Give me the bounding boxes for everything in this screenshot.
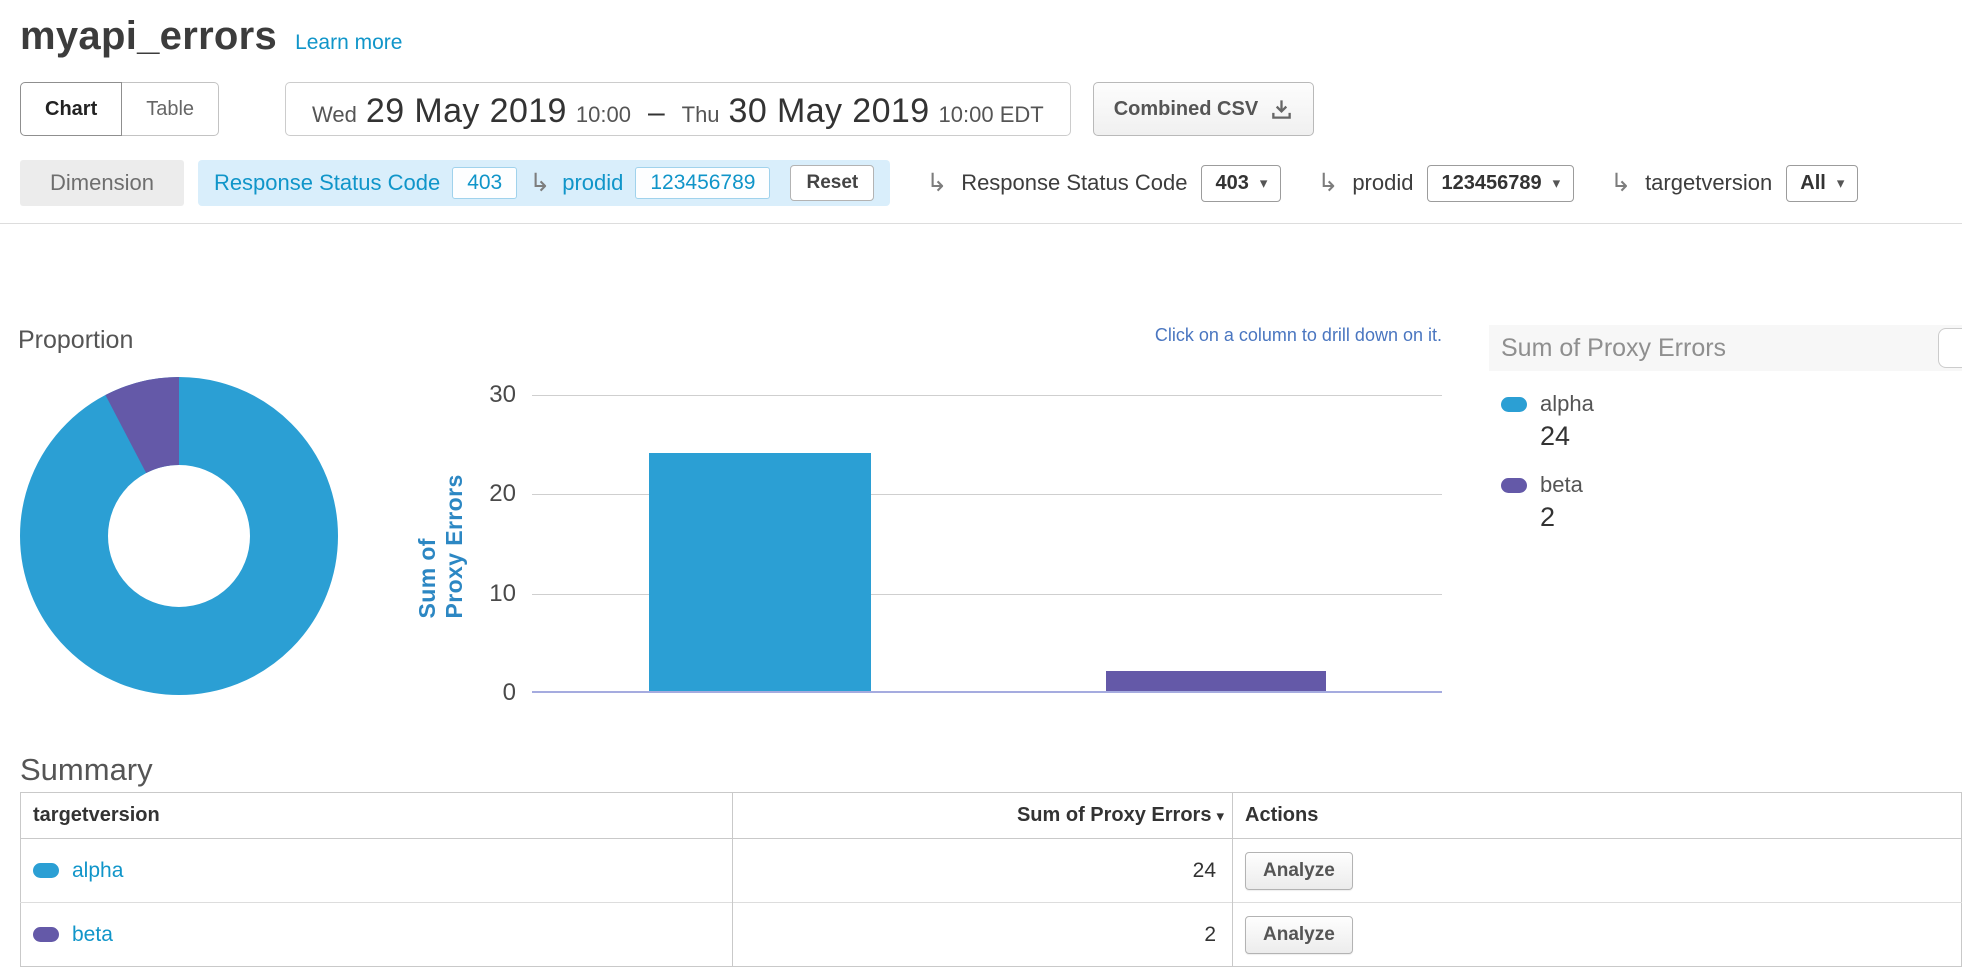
chart-view-button[interactable]: Chart <box>20 82 122 136</box>
prodid-dropdown[interactable]: 123456789 ▾ <box>1427 165 1574 202</box>
dropdown-value: All <box>1800 172 1826 195</box>
legend-value: 2 <box>1540 502 1962 533</box>
chevron-down-icon: ▾ <box>1260 174 1268 192</box>
breadcrumb-dimension-value[interactable]: 123456789 <box>635 167 770 199</box>
y-axis-tick-label: 0 <box>460 679 516 707</box>
dimension-label: Dimension <box>20 160 184 206</box>
bar-beta[interactable] <box>1106 671 1326 691</box>
toolbar: Chart Table Wed 29 May 2019 10:00 – Thu … <box>20 81 1942 137</box>
summary-table: targetversion Sum of Proxy Errors▾ Actio… <box>20 792 1962 967</box>
beta-swatch <box>33 927 59 942</box>
analyze-button[interactable]: Analyze <box>1245 852 1353 890</box>
start-day: Wed <box>312 102 357 128</box>
breadcrumb-dimension-value[interactable]: 403 <box>452 167 517 199</box>
proportion-chart-title: Proportion <box>18 326 133 355</box>
breadcrumb-dimension-label[interactable]: prodid <box>562 170 623 196</box>
legend-value: 24 <box>1540 421 1962 452</box>
x-axis-baseline <box>532 691 1442 693</box>
reset-button[interactable]: Reset <box>790 165 874 201</box>
chevron-down-icon: ▾ <box>1553 174 1561 192</box>
end-day: Thu <box>682 102 720 128</box>
response-status-code-dropdown[interactable]: 403 ▾ <box>1201 165 1281 202</box>
alpha-swatch <box>1501 397 1527 412</box>
drilldown-icon: ↳ <box>1317 171 1338 196</box>
table-header-row: targetversion Sum of Proxy Errors▾ Actio… <box>21 793 1962 839</box>
alpha-swatch <box>33 863 59 878</box>
drilldown-breadcrumb: Response Status Code 403 ↳ prodid 123456… <box>198 160 890 206</box>
legend-title: Sum of Proxy Errors <box>1501 334 1726 362</box>
filter-label-targetversion: targetversion <box>1645 170 1772 196</box>
legend-label: alpha <box>1540 391 1594 417</box>
dropdown-value: 403 <box>1215 172 1248 195</box>
combined-csv-button[interactable]: Combined CSV <box>1093 82 1314 136</box>
column-header-targetversion[interactable]: targetversion <box>21 793 733 839</box>
legend-label: beta <box>1540 472 1583 498</box>
table-view-button[interactable]: Table <box>121 82 219 136</box>
beta-swatch <box>1501 478 1527 493</box>
summary-heading: Summary <box>20 752 1962 788</box>
start-time: 10:00 <box>576 102 631 128</box>
breadcrumb-dimension-label[interactable]: Response Status Code <box>214 170 440 196</box>
combined-csv-label: Combined CSV <box>1114 98 1258 121</box>
analyze-button[interactable]: Analyze <box>1245 916 1353 954</box>
page-title: myapi_errors <box>20 14 277 59</box>
column-header-sum-of-proxy-errors[interactable]: Sum of Proxy Errors▾ <box>733 793 1233 839</box>
y-axis-tick-label: 10 <box>460 580 516 608</box>
proportion-donut[interactable] <box>20 377 338 695</box>
chevron-down-icon: ▾ <box>1837 174 1845 192</box>
filter-bar: Dimension Response Status Code 403 ↳ pro… <box>20 159 1942 207</box>
sort-desc-icon: ▾ <box>1216 808 1224 825</box>
date-range-separator: – <box>648 96 665 130</box>
y-axis-tick-label: 30 <box>460 381 516 409</box>
bar-alpha[interactable] <box>649 453 871 691</box>
beta-link[interactable]: beta <box>72 923 113 947</box>
download-icon <box>1270 98 1293 121</box>
alpha-link[interactable]: alpha <box>72 859 123 883</box>
table-row-alpha: alpha 24 Analyze <box>21 839 1962 903</box>
dropdown-value: 123456789 <box>1441 172 1541 195</box>
sum-value: 2 <box>733 903 1233 967</box>
legend-item-beta[interactable]: beta <box>1501 472 1962 498</box>
report-page: myapi_errors Learn more Chart Table Wed … <box>0 0 1962 967</box>
legend-panel: Sum of Proxy Errors alpha 24 beta 2 <box>1489 325 1962 533</box>
legend-item-alpha[interactable]: alpha <box>1501 391 1962 417</box>
drill-hint-text: Click on a column to drill down on it. <box>1155 325 1442 346</box>
drilldown-icon: ↳ <box>926 171 947 196</box>
legend-collapse-tab[interactable] <box>1938 328 1962 368</box>
targetversion-dropdown[interactable]: All ▾ <box>1786 165 1858 202</box>
y-axis-tick-label: 20 <box>460 480 516 508</box>
legend-header: Sum of Proxy Errors <box>1489 325 1962 371</box>
column-header-actions: Actions <box>1233 793 1962 839</box>
end-time: 10:00 EDT <box>939 102 1044 128</box>
view-toggle: Chart Table <box>20 82 219 136</box>
table-row-beta: beta 2 Analyze <box>21 903 1962 967</box>
gridline <box>532 395 1442 396</box>
report-header: myapi_errors Learn more <box>0 0 1962 59</box>
chart-section: Proportion Click on a column to drill do… <box>0 224 1962 740</box>
end-date: 30 May 2019 <box>729 92 930 131</box>
sum-value: 24 <box>733 839 1233 903</box>
start-date: 29 May 2019 <box>366 92 567 131</box>
drilldown-icon: ↳ <box>1610 171 1631 196</box>
bar-chart-plot: Sum of Proxy Errors 0102030 <box>532 395 1442 693</box>
learn-more-link[interactable]: Learn more <box>295 31 402 55</box>
date-range-picker[interactable]: Wed 29 May 2019 10:00 – Thu 30 May 2019 … <box>285 82 1071 136</box>
filter-label-response-status-code: Response Status Code <box>961 170 1187 196</box>
filter-label-prodid: prodid <box>1352 170 1413 196</box>
drilldown-icon: ↳ <box>529 171 550 196</box>
